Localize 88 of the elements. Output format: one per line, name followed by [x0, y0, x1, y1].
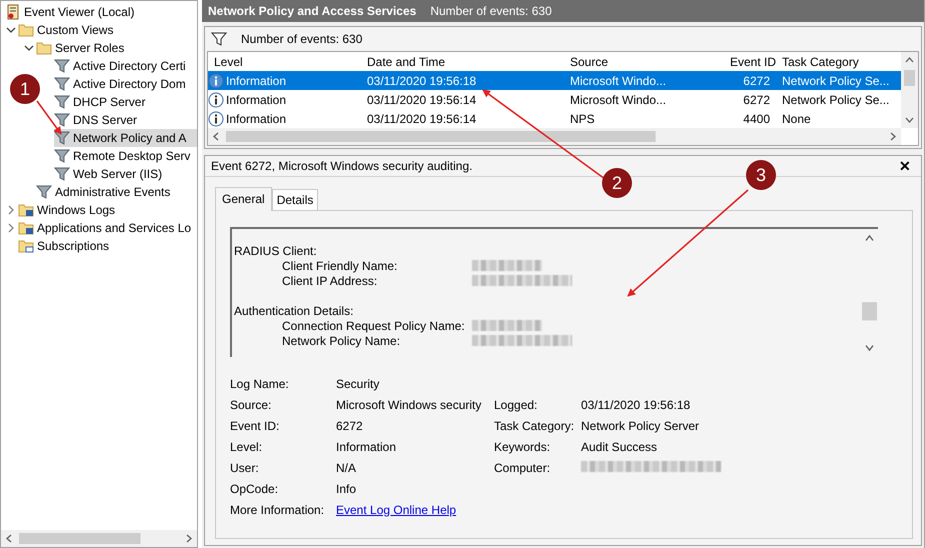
property-label: Level: — [230, 440, 264, 454]
table-cell: Microsoft Windo... — [570, 74, 666, 88]
filter-icon — [54, 76, 70, 92]
folder-icon — [18, 220, 34, 236]
column-header[interactable]: Date and Time — [361, 54, 564, 68]
table-cell: 6272 — [743, 74, 770, 88]
tree-item[interactable]: Subscriptions — [18, 237, 197, 255]
filter-count: Number of events: 630 — [241, 32, 362, 46]
table-cell: Information — [226, 92, 286, 106]
column-header[interactable]: Event ID — [724, 54, 776, 68]
column-header[interactable]: Source — [564, 54, 724, 68]
property-value: Information — [336, 440, 398, 454]
table-cell: Network Policy Se... — [782, 92, 890, 106]
property-label: Event ID: — [230, 418, 280, 432]
vertical-scrollbar[interactable] — [901, 52, 918, 128]
property-value: Info — [336, 482, 358, 496]
property-value: Security — [336, 376, 380, 390]
tree-item[interactable]: Remote Desktop Serv — [54, 147, 197, 165]
property-label: Task Category: — [494, 418, 576, 432]
property-label: OpCode: — [230, 482, 280, 496]
tree-item[interactable]: Windows Logs — [18, 201, 197, 219]
table-cell: NPS — [570, 112, 595, 126]
event-log-icon — [5, 4, 21, 20]
table-cell: 03/11/2020 19:56:18 — [367, 74, 476, 88]
event-row[interactable]: Information 03/11/2020 19:56:14 NPS 4400 None — [208, 109, 901, 128]
event-row[interactable]: Information 03/11/2020 19:56:14 Microsoft Windo... 6272 Network Policy Se... — [208, 90, 901, 109]
horizontal-scrollbar[interactable] — [1, 530, 197, 547]
property-label: User: — [230, 460, 260, 474]
table-cell: 4400 — [743, 112, 770, 126]
folder-icon — [18, 202, 34, 218]
table-cell: 6272 — [743, 92, 770, 106]
pane-title: Network Policy and Access Services — [208, 4, 416, 18]
tree-item[interactable]: Applications and Services Lo — [18, 219, 197, 237]
table-cell: Information — [226, 74, 286, 88]
event-title: Event 6272, Microsoft Windows security auditing. — [211, 159, 472, 173]
description-label: Connection Request Policy Name: — [282, 318, 466, 332]
tree-item[interactable]: Active Directory Dom — [54, 75, 197, 93]
tree-item[interactable]: Event Viewer (Local) — [5, 3, 197, 21]
folder-icon — [18, 238, 34, 254]
filter-icon — [54, 94, 70, 110]
filter-icon[interactable] — [211, 31, 227, 47]
property-label: Source: — [230, 398, 272, 412]
description-heading: Authentication Details: — [234, 304, 354, 318]
description-label: Client Friendly Name: — [282, 258, 398, 272]
column-header[interactable]: Task Category — [776, 54, 901, 68]
table-cell: 03/11/2020 19:56:14 — [367, 92, 476, 106]
table-cell: Network Policy Se... — [782, 74, 890, 88]
description-label: Network Policy Name: — [282, 334, 402, 348]
filter-icon — [54, 58, 70, 74]
description-heading: RADIUS Client: — [234, 244, 318, 258]
tree-item[interactable]: Active Directory Certi — [54, 57, 197, 75]
property-label: Keywords: — [494, 440, 552, 454]
filter-icon — [54, 166, 70, 182]
description-label: Client IP Address: — [282, 274, 378, 288]
property-value: Microsoft Windows security — [336, 398, 482, 412]
close-button[interactable]: ✕ — [897, 158, 913, 174]
tab[interactable]: General — [215, 187, 272, 211]
tree-item[interactable]: Server Roles — [36, 39, 197, 57]
table-cell: 03/11/2020 19:56:14 — [367, 112, 476, 126]
folder-icon — [18, 22, 34, 38]
horizontal-scrollbar[interactable] — [208, 128, 901, 145]
table-cell: Information — [226, 112, 286, 126]
property-value: N/A — [336, 460, 358, 474]
table-cell: None — [782, 112, 811, 126]
tree-item[interactable]: Web Server (IIS) — [54, 165, 197, 183]
filter-icon — [54, 130, 70, 146]
callout-arrow — [36, 100, 62, 135]
folder-icon — [36, 40, 52, 56]
tree-item[interactable]: DHCP Server — [54, 93, 197, 111]
tree-item[interactable]: DNS Server — [54, 111, 197, 129]
property-label: Computer: — [494, 460, 552, 474]
column-header[interactable]: Level — [208, 54, 361, 68]
tree-item[interactable]: Administrative Events — [36, 183, 197, 201]
tree-item[interactable]: Custom Views — [18, 21, 197, 39]
property-value: Audit Success — [581, 440, 658, 454]
event-row[interactable]: Information 03/11/2020 19:56:18 Microsoft Windo... 6272 Network Policy Se... — [208, 71, 901, 90]
tab[interactable]: Details — [272, 189, 318, 211]
event-count: Number of events: 630 — [430, 4, 552, 18]
property-label: Logged: — [494, 398, 538, 412]
property-value: 6272 — [336, 418, 364, 432]
property-value: Network Policy Server — [581, 418, 700, 432]
table-cell: Microsoft Windo... — [570, 92, 666, 106]
tree-item[interactable]: Network Policy and A — [54, 129, 197, 147]
filter-icon — [36, 184, 52, 200]
help-link[interactable]: Event Log Online Help — [336, 502, 456, 516]
property-label: Log Name: — [230, 376, 290, 390]
property-label: More Information: — [230, 502, 326, 516]
property-value: 03/11/2020 19:56:18 — [581, 398, 692, 412]
